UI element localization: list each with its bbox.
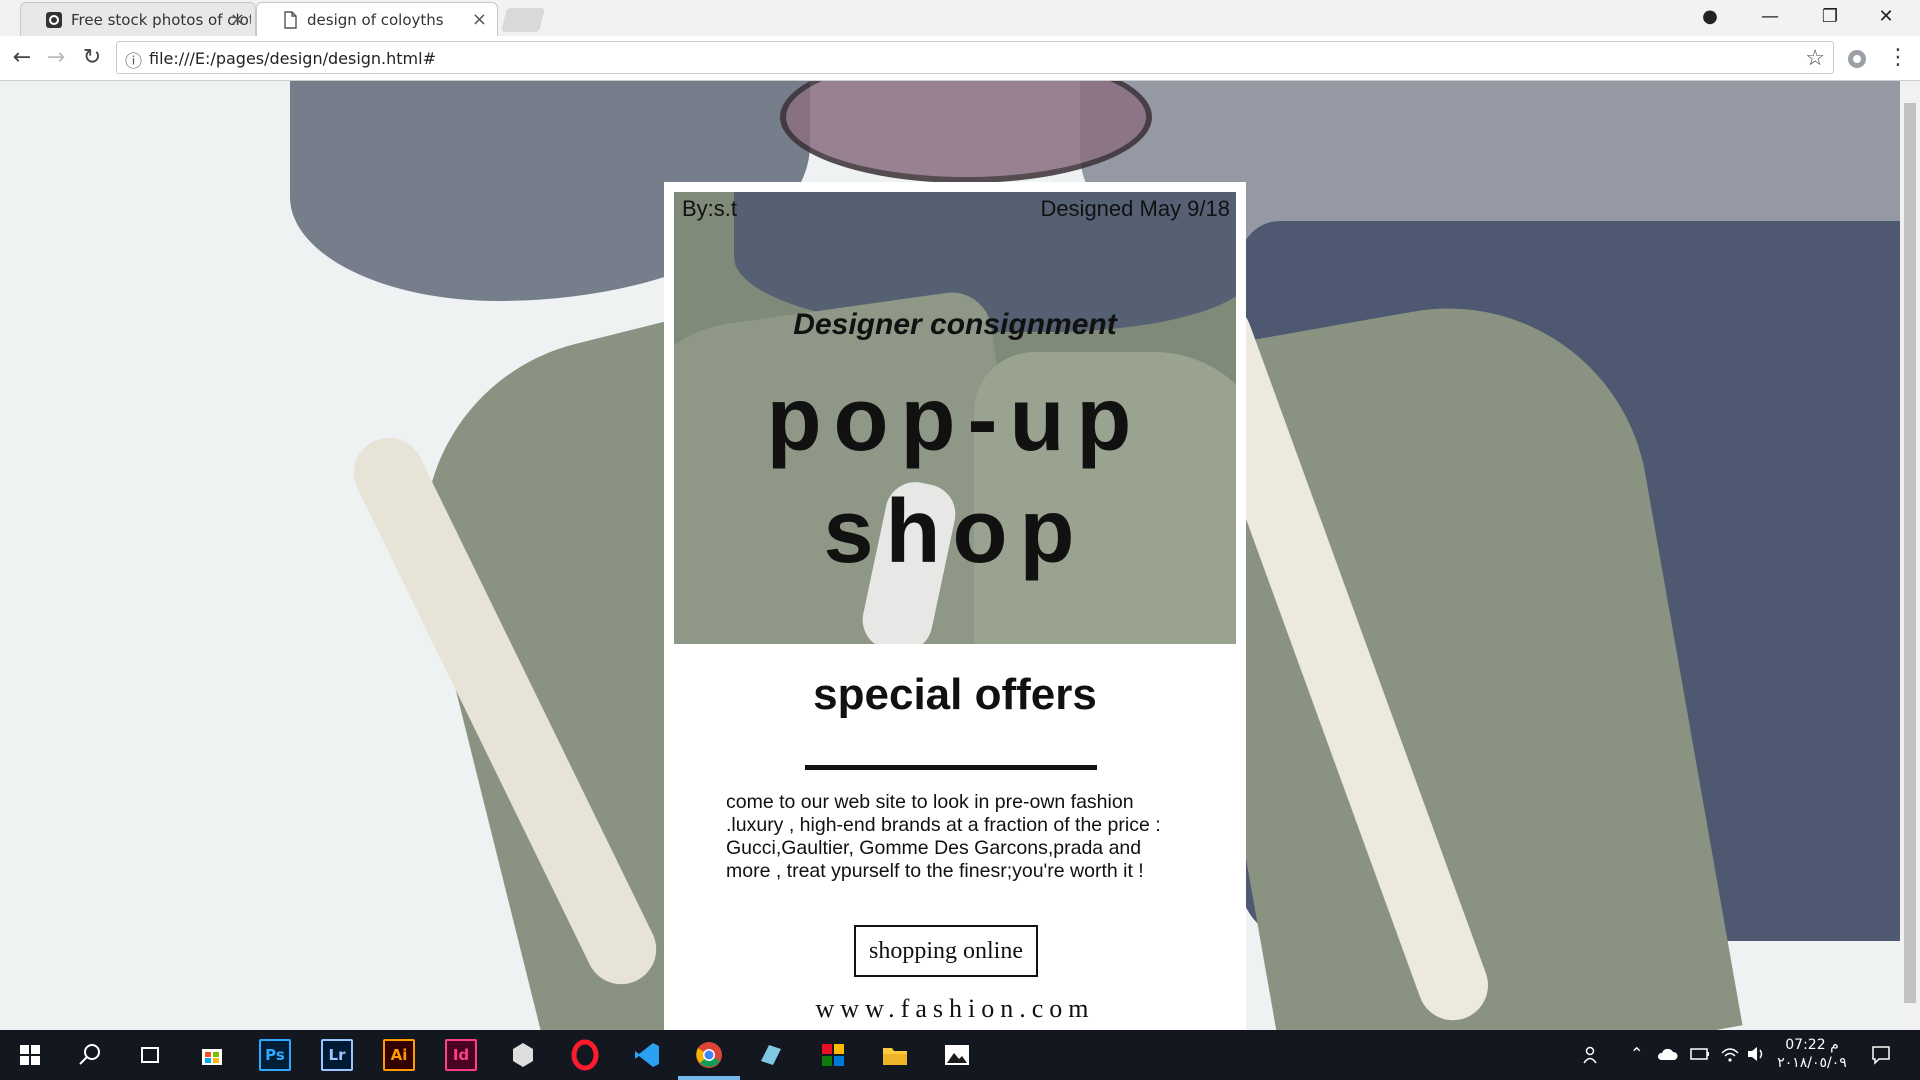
illustrator-icon[interactable]: Ai bbox=[383, 1039, 415, 1071]
poster-title-line-1: pop-up bbox=[766, 370, 1144, 470]
address-bar[interactable]: ⓘ file:///E:/pages/design/design.html# ☆ bbox=[116, 41, 1834, 74]
battery-icon[interactable] bbox=[1690, 1047, 1710, 1061]
poster-title-line-2: shop bbox=[823, 482, 1087, 582]
volume-icon[interactable] bbox=[1746, 1045, 1766, 1063]
info-icon[interactable]: ⓘ bbox=[125, 47, 142, 72]
tab-design-of-coloyths[interactable]: design of coloyths × bbox=[256, 2, 498, 36]
onedrive-icon[interactable] bbox=[1656, 1046, 1678, 1062]
hero-image: By:s.t Designed May 9/18 Designer consig… bbox=[674, 192, 1236, 644]
system-clock[interactable]: 07:22 م ٢٠١٨/٠٥/٠٩ bbox=[1764, 1036, 1860, 1072]
hexagon-app-icon[interactable] bbox=[507, 1039, 539, 1071]
opera-icon[interactable] bbox=[569, 1039, 601, 1071]
forward-button[interactable]: → bbox=[40, 42, 72, 74]
search-icon[interactable] bbox=[74, 1039, 106, 1071]
special-offers-heading: special offers bbox=[813, 670, 1097, 719]
windows-start-icon[interactable] bbox=[14, 1039, 46, 1071]
tab-title: Free stock photos of clot bbox=[71, 11, 251, 29]
page-viewport: By:s.t Designed May 9/18 Designer consig… bbox=[0, 81, 1900, 1030]
photos-icon[interactable] bbox=[941, 1039, 973, 1071]
wifi-icon[interactable] bbox=[1720, 1045, 1740, 1063]
extension-icon[interactable] bbox=[1846, 48, 1868, 70]
new-tab-button[interactable] bbox=[501, 8, 545, 32]
store-icon[interactable] bbox=[196, 1039, 228, 1071]
close-window-button[interactable]: ✕ bbox=[1862, 0, 1910, 34]
restore-button[interactable]: ❐ bbox=[1806, 0, 1854, 34]
shopping-online-button[interactable]: shopping online bbox=[854, 925, 1038, 977]
windows-taskbar: Ps Lr Ai Id ⌃ 07:22 م ٢٠١٨/٠٥/٠٩ bbox=[0, 1030, 1920, 1080]
file-explorer-icon[interactable] bbox=[879, 1039, 911, 1071]
heading-divider bbox=[805, 765, 1097, 770]
chrome-icon[interactable] bbox=[693, 1039, 725, 1071]
blue-app-icon[interactable] bbox=[755, 1039, 787, 1071]
reload-button[interactable]: ↻ bbox=[76, 42, 108, 74]
back-button[interactable]: ← bbox=[6, 42, 38, 74]
tab-free-stock-photos[interactable]: Free stock photos of clot × bbox=[20, 2, 256, 36]
poster-subtitle: Designer consignment bbox=[793, 308, 1117, 341]
byline-text: By:s.t bbox=[682, 196, 738, 221]
task-view-icon[interactable] bbox=[134, 1039, 166, 1071]
lightroom-icon[interactable]: Lr bbox=[321, 1039, 353, 1071]
active-app-indicator bbox=[678, 1076, 740, 1080]
website-link[interactable]: www.fashion.com bbox=[664, 994, 1246, 1024]
indesign-icon[interactable]: Id bbox=[445, 1039, 477, 1071]
chevron-up-icon[interactable]: ⌃ bbox=[1630, 1044, 1643, 1063]
notifications-icon[interactable] bbox=[1870, 1044, 1892, 1066]
designed-date-text: Designed May 9/18 bbox=[1040, 196, 1230, 221]
clock-time: 07:22 م bbox=[1785, 1037, 1839, 1053]
close-tab-icon[interactable]: × bbox=[230, 9, 245, 30]
profile-icon[interactable]: ● bbox=[1686, 0, 1734, 34]
page-icon bbox=[284, 11, 297, 29]
vscode-icon[interactable] bbox=[631, 1039, 663, 1071]
bookmark-star-icon[interactable]: ☆ bbox=[1805, 45, 1825, 71]
clock-date: ٢٠١٨/٠٥/٠٩ bbox=[1777, 1055, 1847, 1071]
close-tab-icon[interactable]: × bbox=[472, 9, 487, 30]
browser-toolbar: ← → ↻ ⓘ file:///E:/pages/design/design.h… bbox=[0, 36, 1920, 81]
url-text: file:///E:/pages/design/design.html# bbox=[149, 49, 436, 68]
description-text: come to our web site to look in pre-own … bbox=[726, 791, 1161, 882]
poster-card: By:s.t Designed May 9/18 Designer consig… bbox=[664, 182, 1246, 1030]
tab-title: design of coloyths bbox=[307, 11, 444, 29]
tiles-app-icon[interactable] bbox=[817, 1039, 849, 1071]
camera-icon bbox=[46, 12, 62, 28]
scrollbar-thumb[interactable] bbox=[1904, 103, 1916, 1003]
browser-menu-icon[interactable]: ⋮ bbox=[1882, 42, 1914, 74]
vertical-scrollbar[interactable] bbox=[1900, 81, 1920, 1030]
photoshop-icon[interactable]: Ps bbox=[259, 1039, 291, 1071]
minimize-button[interactable]: — bbox=[1746, 0, 1794, 34]
people-icon[interactable] bbox=[1582, 1045, 1602, 1065]
browser-tab-bar: Free stock photos of clot × design of co… bbox=[0, 0, 1920, 36]
